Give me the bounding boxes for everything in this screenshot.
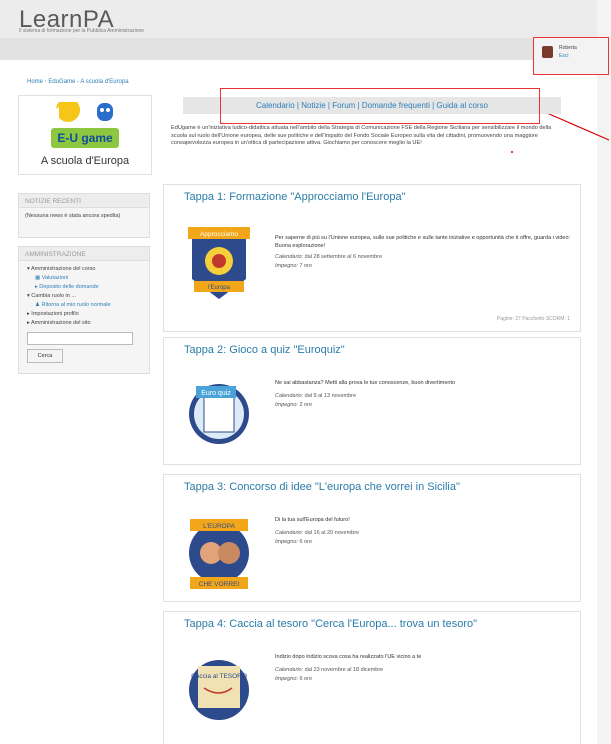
- tappa-title[interactable]: Tappa 2: Gioco a quiz "Euroquiz": [184, 344, 580, 356]
- svg-text:l'Europa: l'Europa: [208, 285, 230, 291]
- news-heading: NOTIZIE RECENTI: [19, 194, 149, 208]
- tappa-desc: Indizio dopo indizio scova cosa ha reali…: [275, 654, 422, 660]
- breadcrumb-home[interactable]: Home: [27, 79, 43, 85]
- tappa-desc: Di la tua sull'Europa del futuro!: [275, 517, 350, 523]
- svg-text:Caccia al TESORO: Caccia al TESORO: [191, 673, 247, 680]
- tappa-title[interactable]: Tappa 4: Caccia al tesoro "Cerca l'Europ…: [184, 618, 580, 630]
- tappa-calendario: Calendario: dal 28 settembre al 6 novemb…: [275, 254, 383, 260]
- calendar-icon: ▦: [35, 275, 42, 281]
- news-empty-text: (Nessuna news è stata ancora spedita): [25, 213, 121, 219]
- badge-approcciamo[interactable]: Approcciamo l'Europa: [184, 219, 254, 303]
- valutazioni-link[interactable]: ▦ Valutazioni: [19, 274, 149, 283]
- tappa-title[interactable]: Tappa 3: Concorso di idee "L'europa che …: [184, 481, 580, 493]
- course-admin-item[interactable]: ▾ Amministrazione del corso: [19, 265, 149, 274]
- svg-text:Approcciamo: Approcciamo: [200, 231, 238, 238]
- tappa-calendario: Calendario: dal 23 novembre al 18 dicemb…: [275, 667, 384, 673]
- tappa-desc: Ne sai abbastanza? Metti alla prova le t…: [275, 380, 456, 386]
- sito-admin-item[interactable]: ▸ Amministrazione del sito: [19, 319, 149, 328]
- tappa-1: Tappa 1: Formazione "Approcciamo l'Europ…: [163, 184, 581, 332]
- tappa-calendario: Calendario: dal 9 al 13 novembre: [275, 393, 357, 399]
- tappa-2: Tappa 2: Gioco a quiz "Euroquiz" Euro qu…: [163, 337, 581, 465]
- badge-caccia-tesoro[interactable]: Caccia al TESORO: [184, 642, 254, 732]
- ritorna-link[interactable]: ♟ Ritorna al mio ruolo normale: [19, 301, 149, 310]
- breadcrumb: Home › EduGame - A scuola d'Europa: [27, 79, 129, 85]
- badge-europa-che-vorrei[interactable]: L'EUROPA CHE VORREI: [184, 505, 254, 595]
- ghost-icon: [97, 103, 113, 121]
- svg-text:Euro quiz: Euro quiz: [201, 390, 231, 397]
- course-intro: EdUgame è un'iniziativa ludico-didattica…: [171, 125, 552, 146]
- nav-highlight: [220, 88, 540, 124]
- badge-euroquiz[interactable]: Euro quiz: [184, 366, 254, 456]
- course-logo: E-U game A scuola d'Europa: [18, 95, 152, 175]
- search-input[interactable]: [27, 332, 133, 345]
- course-logo-art: E-U game A scuola d'Europa: [41, 102, 130, 167]
- tappa-4: Tappa 4: Caccia al tesoro "Cerca l'Europ…: [163, 611, 581, 744]
- tappa-impegno: Impegno: 2 ore: [275, 402, 313, 408]
- tappa-footer: Pagine: 27 Pacchetto SCORM: 1: [496, 316, 570, 322]
- tappa-calendario: Calendario: dal 16 al 20 novembre: [275, 530, 360, 536]
- admin-heading: AMMINISTRAZIONE: [19, 247, 149, 261]
- tappa-impegno: Impegno: 7 ore: [275, 263, 313, 269]
- tappa-impegno: Impegno: 6 ore: [275, 539, 313, 545]
- tappa-title[interactable]: Tappa 1: Formazione "Approcciamo l'Europ…: [184, 191, 580, 203]
- breadcrumb-current[interactable]: EduGame - A scuola d'Europa: [48, 79, 128, 85]
- tappa-3: Tappa 3: Concorso di idee "L'europa che …: [163, 474, 581, 602]
- search-button[interactable]: Cerca: [27, 349, 63, 363]
- pacman-icon: [56, 102, 80, 122]
- admin-block: AMMINISTRAZIONE ▾ Amministrazione del co…: [18, 246, 150, 374]
- svg-text:L'EUROPA: L'EUROPA: [203, 523, 235, 530]
- svg-text:CHE VORREI: CHE VORREI: [199, 581, 240, 588]
- deposito-link[interactable]: ▸ Deposito delle domande: [19, 283, 149, 292]
- course-logo-text: A scuola d'Europa: [41, 155, 130, 167]
- tappa-impegno: Impegno: 6 ore: [275, 676, 313, 682]
- tappa-desc: Per saperne di più su l'Unione europea, …: [275, 235, 571, 249]
- news-block: NOTIZIE RECENTI (Nessuna news è stata an…: [18, 193, 150, 238]
- course-brand: E-U game: [57, 131, 113, 145]
- cambia-ruolo-item[interactable]: ▾ Cambia ruolo in ...: [19, 292, 149, 301]
- impostazioni-item[interactable]: ▸ Impostazioni profilo: [19, 310, 149, 319]
